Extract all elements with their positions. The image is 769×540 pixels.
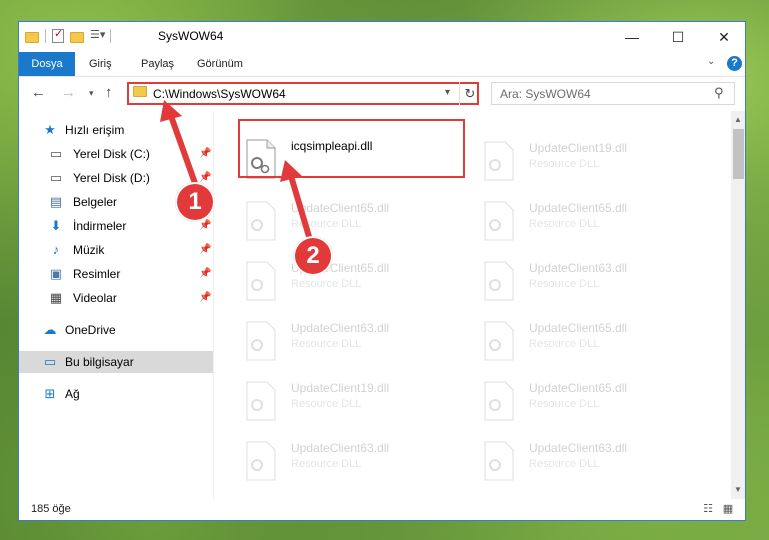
arrow-to-file [288,173,313,243]
tutorial-arrows [160,100,313,243]
callout-badge-1: 1 [175,182,215,222]
arrow-to-address-bar [168,113,199,189]
arrowhead-2 [280,160,302,182]
callout-badge-2: 2 [293,236,333,276]
arrowhead-1 [160,100,182,122]
